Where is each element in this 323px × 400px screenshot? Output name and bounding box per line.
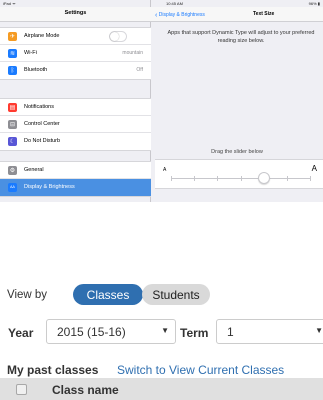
- settings-row-control-center[interactable]: ⊟ Control Center: [0, 116, 151, 133]
- settings-row-wifi[interactable]: ≋ Wi-Fi mountain: [0, 45, 151, 62]
- settings-row-label: Notifications: [24, 104, 54, 110]
- settings-row-label: Wi-Fi: [24, 50, 37, 56]
- past-classes-title: My past classes: [7, 363, 99, 377]
- settings-row-label: Airplane Mode: [24, 33, 60, 39]
- icon-glyph: ▤: [9, 104, 16, 111]
- settings-group: ⚙ General AA Display & Brightness: [0, 161, 151, 197]
- icon-glyph: ᛒ: [10, 67, 15, 74]
- settings-row-label: Display & Brightness: [24, 184, 75, 190]
- ipad-settings-screenshot: Settings ✈ Airplane Mode ≋ Wi-Fi mountain ᛒ Bl…: [0, 0, 323, 202]
- notifications-icon: ▤: [8, 103, 17, 112]
- control-center-icon: ⊟: [8, 120, 17, 129]
- icon-glyph: ✈: [9, 33, 16, 40]
- text-size-pane: ‹ Display & Brightness Text Size Apps th…: [151, 0, 323, 202]
- chevron-down-icon: ▼: [315, 326, 323, 335]
- settings-row-label: Bluetooth: [24, 67, 48, 73]
- tab-classes[interactable]: Classes: [73, 284, 143, 305]
- settings-row-label: Do Not Disturb: [24, 138, 61, 144]
- settings-row-notifications[interactable]: ▤ Notifications: [0, 99, 151, 116]
- text-size-slider[interactable]: [171, 172, 311, 184]
- icon-glyph: ☾: [9, 138, 16, 145]
- settings-row-label: General: [24, 167, 44, 173]
- icon-glyph: ⚙: [9, 167, 16, 174]
- display-brightness-icon: AA: [8, 183, 17, 192]
- settings-row-display-brightness[interactable]: AA Display & Brightness: [0, 179, 151, 196]
- select-all-checkbox[interactable]: [16, 384, 27, 395]
- year-select[interactable]: 2015 (15-16) ▼: [46, 319, 176, 344]
- settings-header: Settings: [0, 7, 151, 22]
- settings-pane: Settings ✈ Airplane Mode ≋ Wi-Fi mountain ᛒ Bl…: [0, 0, 151, 202]
- classes-panel: View by Classes Students Year 2015 (15-1…: [0, 255, 323, 400]
- text-size-slider-card: A A: [155, 159, 323, 189]
- large-text-a: A: [311, 164, 317, 173]
- settings-row-value: mountain: [122, 50, 143, 56]
- status-carrier: iPad ᯤ: [3, 1, 16, 6]
- slider-tick: [310, 176, 311, 181]
- settings-row-value: Off: [136, 67, 143, 73]
- settings-row-label: Control Center: [24, 121, 60, 127]
- wifi-icon: ≋: [8, 49, 17, 58]
- status-battery: 96% ▮: [308, 1, 320, 6]
- settings-row-bluetooth[interactable]: ᛒ Bluetooth Off: [0, 62, 151, 79]
- table-header: Class name: [0, 378, 323, 400]
- slider-tick: [287, 176, 288, 181]
- icon-glyph: ≋: [9, 50, 16, 57]
- airplane-mode-toggle[interactable]: [109, 31, 127, 42]
- slider-knob[interactable]: [258, 172, 270, 184]
- status-bar: iPad ᯤ 10:45 AM 96% ▮: [0, 0, 323, 7]
- column-header-class-name[interactable]: Class name: [52, 383, 119, 397]
- text-size-header: ‹ Display & Brightness Text Size: [151, 7, 323, 22]
- gear-icon: ⚙: [8, 166, 17, 175]
- bluetooth-icon: ᛒ: [8, 66, 17, 75]
- settings-group: ▤ Notifications ⊟ Control Center ☾ Do Not Dis…: [0, 98, 151, 151]
- icon-glyph: ⊟: [9, 121, 16, 128]
- tab-students[interactable]: Students: [142, 284, 210, 305]
- switch-to-current-link[interactable]: Switch to View Current Classes: [117, 363, 284, 377]
- slider-tick: [194, 176, 195, 181]
- settings-row-do-not-disturb[interactable]: ☾ Do Not Disturb: [0, 133, 151, 150]
- slider-tick: [171, 176, 172, 181]
- chevron-left-icon: ‹: [155, 12, 158, 19]
- view-by-label: View by: [7, 289, 48, 301]
- text-size-title: Text Size: [253, 11, 275, 17]
- term-label: Term: [180, 326, 209, 340]
- term-select-value: 1: [227, 325, 234, 339]
- dynamic-type-description: Apps that support Dynamic Type will adju…: [167, 30, 315, 44]
- airplane-icon: ✈: [8, 32, 17, 41]
- back-label: Display & Brightness: [158, 12, 205, 18]
- chevron-down-icon: ▼: [161, 326, 169, 335]
- back-button[interactable]: ‹ Display & Brightness: [155, 11, 205, 19]
- icon-glyph: AA: [10, 184, 15, 189]
- year-label: Year: [8, 326, 34, 340]
- settings-row-general[interactable]: ⚙ General: [0, 162, 151, 179]
- status-time: 10:45 AM: [166, 1, 183, 6]
- slider-tick: [217, 176, 218, 181]
- slider-tick: [241, 176, 242, 181]
- settings-row-airplane[interactable]: ✈ Airplane Mode: [0, 28, 151, 45]
- settings-title: Settings: [64, 10, 87, 16]
- moon-icon: ☾: [8, 137, 17, 146]
- year-select-value: 2015 (15-16): [57, 325, 126, 339]
- settings-group: ✈ Airplane Mode ≋ Wi-Fi mountain ᛒ Bluetooth Of…: [0, 27, 151, 80]
- drag-slider-label: Drag the slider below: [211, 149, 263, 155]
- term-select[interactable]: 1 ▼: [216, 319, 323, 344]
- small-text-a: A: [163, 167, 167, 173]
